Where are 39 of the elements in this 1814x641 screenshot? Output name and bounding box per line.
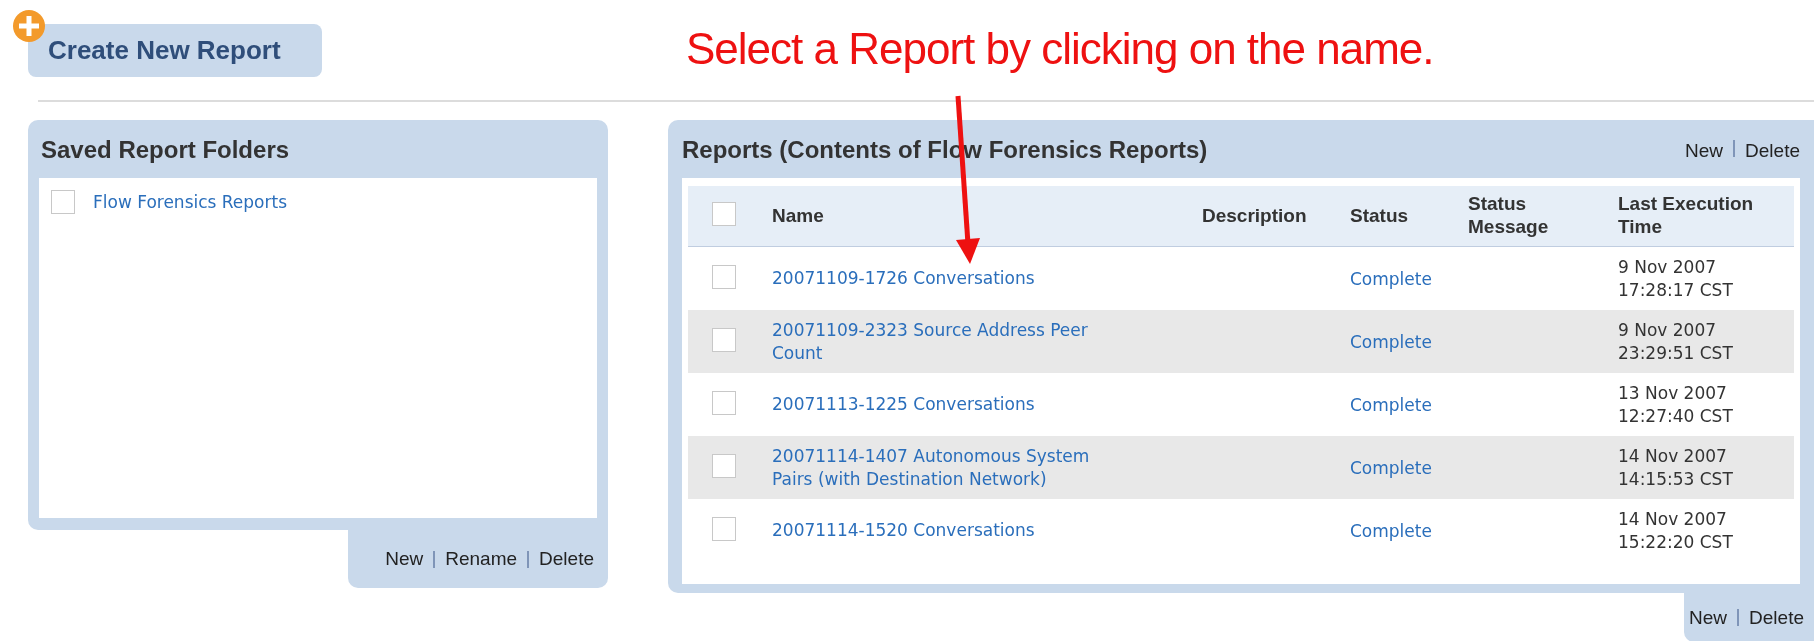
table-cell-text: 13 Nov 2007 12:27:40 CST [1618,382,1734,427]
create-report-button[interactable]: Create New Report [28,24,322,77]
checkbox[interactable] [51,190,75,214]
table-cell-text: 14 Nov 2007 15:22:20 CST [1618,508,1734,553]
report-link[interactable]: 20071109-1726 Conversations [772,267,1122,290]
status-link[interactable]: Complete [1350,268,1432,289]
report-link[interactable]: 20071113-1225 Conversations [772,393,1122,416]
action-link[interactable]: Rename [445,548,518,570]
status-link[interactable]: Complete [1350,331,1432,352]
table-cell-text: 14 Nov 2007 14:15:53 CST [1618,445,1734,490]
checkbox[interactable] [712,264,736,289]
column-header: Last Execution Time [1618,193,1755,239]
plus-icon [12,9,46,43]
status-link[interactable]: Complete [1350,457,1432,478]
action-link[interactable]: Delete [1745,140,1800,162]
checkbox[interactable] [712,516,736,541]
column-header: Description [1202,204,1308,228]
annotation-text: Select a Report by clicking on the name. [686,24,1434,74]
report-link[interactable]: 20071109-2323 Source Address Peer Count [772,319,1122,364]
status-link[interactable]: Complete [1350,394,1432,415]
checkbox[interactable] [712,327,736,352]
table-cell-text: 9 Nov 2007 23:29:51 CST [1618,319,1734,364]
column-header: Status Message [1468,193,1550,239]
report-link[interactable]: 20071114-1520 Conversations [772,519,1122,542]
panel-title: Saved Report Folders [40,135,290,165]
checkbox[interactable] [712,453,736,478]
status-link[interactable]: Complete [1350,520,1432,541]
folder-link[interactable]: Flow Forensics Reports [93,192,288,212]
column-header: Status [1350,204,1410,228]
checkbox[interactable] [712,202,736,226]
report-link[interactable]: 20071114-1407 Autonomous System Pairs (with Destination Network) [772,445,1122,490]
action-link[interactable]: New [385,548,424,570]
checkbox[interactable] [712,390,736,415]
action-link[interactable]: New [1685,140,1724,162]
action-link[interactable]: New [1689,606,1728,629]
action-link[interactable]: Delete [1749,606,1804,629]
action-link[interactable]: Delete [539,548,594,570]
column-header: Name [772,204,825,228]
table-cell-text: 9 Nov 2007 17:28:17 CST [1618,256,1734,301]
